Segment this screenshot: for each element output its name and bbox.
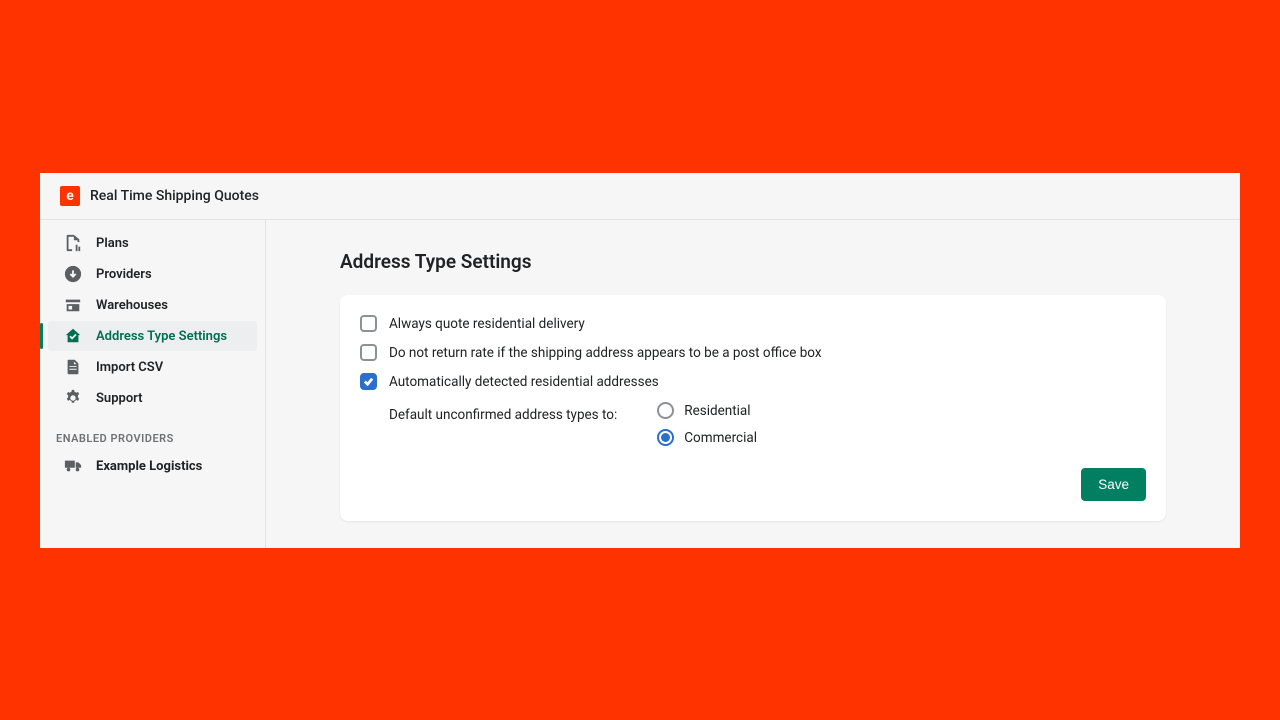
sidebar-item-plans[interactable]: Plans [48, 228, 257, 258]
sidebar-provider-label: Example Logistics [96, 459, 202, 474]
app-logo-letter: e [66, 188, 74, 204]
save-button[interactable]: Save [1081, 468, 1146, 501]
radio-group: Residential Commercial [657, 402, 757, 456]
sidebar-item-label: Address Type Settings [96, 329, 227, 344]
sidebar-item-label: Warehouses [96, 298, 168, 313]
sidebar-item-label: Providers [96, 267, 152, 282]
radio-label: Residential [684, 403, 750, 419]
checkbox-icon [360, 373, 377, 390]
sidebar-item-label: Support [96, 391, 143, 406]
home-check-icon [64, 327, 82, 345]
sidebar-section-header: ENABLED PROVIDERS [40, 414, 265, 451]
sidebar-item-label: Import CSV [96, 360, 163, 375]
app-logo: e [60, 186, 80, 206]
default-label: Default unconfirmed address types to: [389, 402, 617, 456]
checkbox-icon [360, 315, 377, 332]
file-icon [64, 358, 82, 376]
checkbox-icon [360, 344, 377, 361]
sidebar-item-import-csv[interactable]: Import CSV [48, 352, 257, 382]
radio-row-residential[interactable]: Residential [657, 402, 757, 419]
page-title: Address Type Settings [340, 250, 1166, 273]
sidebar-item-providers[interactable]: Providers [48, 259, 257, 289]
settings-card: Always quote residential delivery Do not… [340, 295, 1166, 521]
app-body: Plans Providers Warehouses Address Type … [40, 220, 1240, 548]
gear-icon [64, 389, 82, 407]
radio-label: Commercial [684, 430, 757, 446]
app-title: Real Time Shipping Quotes [90, 188, 259, 204]
sidebar: Plans Providers Warehouses Address Type … [40, 220, 266, 548]
warehouse-icon [64, 296, 82, 314]
checkbox-row-auto-detect[interactable]: Automatically detected residential addre… [360, 373, 1146, 390]
download-circle-icon [64, 265, 82, 283]
radio-icon [657, 429, 674, 446]
sidebar-item-support[interactable]: Support [48, 383, 257, 413]
default-address-type-section: Default unconfirmed address types to: Re… [360, 402, 1146, 456]
sidebar-provider-item[interactable]: Example Logistics [48, 451, 257, 481]
checkbox-row-po-box[interactable]: Do not return rate if the shipping addre… [360, 344, 1146, 361]
card-actions: Save [360, 468, 1146, 501]
sidebar-item-label: Plans [96, 236, 129, 251]
sidebar-item-warehouses[interactable]: Warehouses [48, 290, 257, 320]
checkbox-label: Automatically detected residential addre… [389, 374, 659, 390]
radio-row-commercial[interactable]: Commercial [657, 429, 757, 446]
truck-icon [64, 457, 82, 475]
radio-icon [657, 402, 674, 419]
sidebar-item-address-type-settings[interactable]: Address Type Settings [48, 321, 257, 351]
document-lines-icon [64, 234, 82, 252]
app-header: e Real Time Shipping Quotes [40, 173, 1240, 220]
checkbox-label: Do not return rate if the shipping addre… [389, 345, 822, 361]
main-content: Address Type Settings Always quote resid… [266, 220, 1240, 548]
app-window: e Real Time Shipping Quotes Plans Provid… [40, 173, 1240, 548]
checkbox-label: Always quote residential delivery [389, 316, 585, 332]
checkbox-row-residential[interactable]: Always quote residential delivery [360, 315, 1146, 332]
